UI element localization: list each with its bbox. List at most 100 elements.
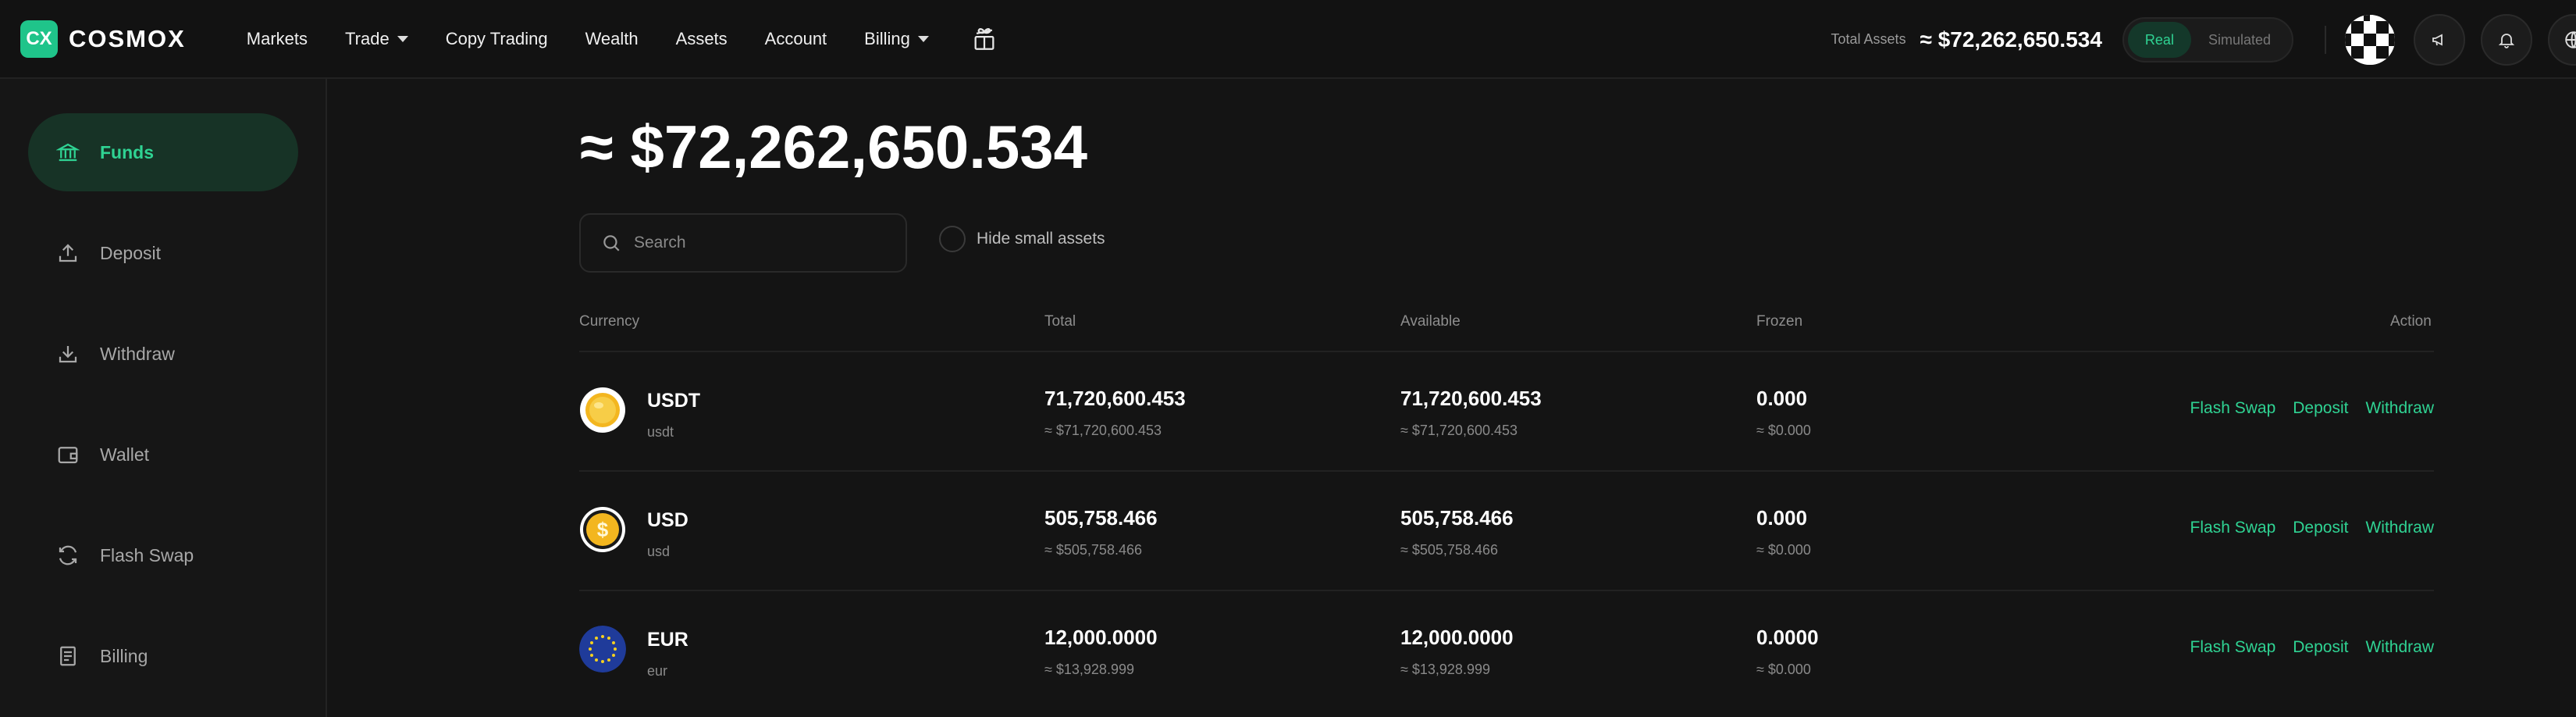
announcement-button[interactable] <box>2414 13 2465 66</box>
sidebar-item-label: Funds <box>100 141 154 162</box>
nav-wealth[interactable]: Wealth <box>585 29 639 49</box>
main-nav: Markets Trade Copy Trading Wealth Assets… <box>247 0 1035 77</box>
notifications-button[interactable] <box>2481 13 2532 66</box>
total-usd: ≈ $13,928.999 <box>1044 662 1134 677</box>
sidebar-item-label: Wallet <box>100 444 150 465</box>
withdraw-link[interactable]: Withdraw <box>2365 638 2434 657</box>
sidebar-item-label: Deposit <box>100 242 161 263</box>
sidebar-item-label: Withdraw <box>100 343 175 364</box>
account-mode-toggle: Real Simulated <box>2122 16 2293 62</box>
table-row: $ USD usd 505,758.466 ≈ $505,758.466 505… <box>579 470 2434 589</box>
header-right: Total Assets ≈ $72,262,650.534 Real Simu… <box>1831 0 2576 79</box>
nav-billing-label: Billing <box>864 28 910 48</box>
chevron-down-icon <box>397 35 408 42</box>
logo[interactable]: CX COSMOX <box>20 20 186 58</box>
avatar[interactable] <box>2345 14 2395 65</box>
row-actions: Flash Swap Deposit Withdraw <box>2173 638 2434 657</box>
sidebar-item-withdraw[interactable]: Withdraw <box>28 315 298 393</box>
sidebar-item-flash-swap[interactable]: Flash Swap <box>28 516 298 594</box>
top-navbar: CX COSMOX Markets Trade Copy Trading Wea… <box>0 0 2576 79</box>
deposit-link[interactable]: Deposit <box>2293 399 2348 418</box>
total-amount: 71,720,600.453 <box>1044 387 1186 410</box>
total-usd: ≈ $505,758.466 <box>1044 542 1142 558</box>
currency-name: USDT <box>647 390 701 412</box>
sidebar-item-wallet[interactable]: Wallet <box>28 416 298 494</box>
sidebar: Funds Deposit Withdraw Wallet Flash Swap… <box>0 79 327 717</box>
globe-icon <box>2565 30 2576 48</box>
flash-swap-link[interactable]: Flash Swap <box>2190 519 2276 537</box>
column-header-action: Action <box>2390 313 2432 330</box>
nav-markets[interactable]: Markets <box>247 29 308 49</box>
available-amount: 71,720,600.453 <box>1400 387 1542 410</box>
withdraw-link[interactable]: Withdraw <box>2365 399 2434 418</box>
nav-copy-trading[interactable]: Copy Trading <box>446 29 548 49</box>
search-input[interactable] <box>634 234 884 252</box>
total-assets-label: Total Assets <box>1831 31 1906 47</box>
bell-icon <box>2498 33 2515 48</box>
frozen-usd: ≈ $0.000 <box>1756 542 1811 558</box>
flash-swap-link[interactable]: Flash Swap <box>2190 638 2276 657</box>
swap-icon <box>55 542 81 569</box>
frozen-amount: 0.0000 <box>1756 626 1819 649</box>
gift-button[interactable] <box>966 26 998 52</box>
currency-name: EUR <box>647 629 688 651</box>
table-row: EUR eur 12,000.0000 ≈ $13,928.999 12,000… <box>579 590 2434 708</box>
svg-text:$: $ <box>597 518 609 541</box>
mode-simulated-button[interactable]: Simulated <box>2191 22 2288 58</box>
search-icon <box>603 235 620 251</box>
currency-name: USD <box>647 509 688 531</box>
hide-small-assets-checkbox[interactable] <box>939 226 966 252</box>
frozen-usd: ≈ $0.000 <box>1756 662 1811 677</box>
mode-real-button[interactable]: Real <box>2127 21 2191 58</box>
language-button[interactable] <box>2548 13 2576 66</box>
upload-icon <box>55 240 81 266</box>
gift-icon <box>974 27 994 50</box>
available-usd: ≈ $505,758.466 <box>1400 542 1498 558</box>
logo-mark: CX <box>20 20 58 58</box>
eur-flag-icon <box>579 626 626 672</box>
withdraw-link[interactable]: Withdraw <box>2365 519 2434 537</box>
column-header-total: Total <box>1044 313 1076 330</box>
deposit-link[interactable]: Deposit <box>2293 638 2348 657</box>
sidebar-item-label: Billing <box>100 645 148 666</box>
hide-small-assets-toggle[interactable]: Hide small assets <box>939 226 1105 252</box>
usd-coin-icon: $ <box>580 507 625 552</box>
nav-trade[interactable]: Trade <box>345 29 408 49</box>
funds-total-value: ≈ $72,262,650.534 <box>580 112 1088 181</box>
available-amount: 505,758.466 <box>1400 506 1514 530</box>
sidebar-item-billing[interactable]: Billing <box>28 617 298 695</box>
download-icon <box>55 341 81 367</box>
row-actions: Flash Swap Deposit Withdraw <box>2173 519 2434 537</box>
total-assets-value: ≈ $72,262,650.534 <box>1920 27 2102 52</box>
megaphone-icon <box>2432 34 2443 45</box>
nav-assets[interactable]: Assets <box>676 29 728 49</box>
column-header-frozen: Frozen <box>1756 313 1803 330</box>
sidebar-item-deposit[interactable]: Deposit <box>28 214 298 292</box>
hide-small-assets-label: Hide small assets <box>977 230 1105 248</box>
nav-trade-label: Trade <box>345 28 390 48</box>
usdt-coin-icon <box>580 387 625 433</box>
available-usd: ≈ $13,928.999 <box>1400 662 1490 677</box>
available-usd: ≈ $71,720,600.453 <box>1400 423 1518 438</box>
nav-billing[interactable]: Billing <box>864 29 929 49</box>
frozen-usd: ≈ $0.000 <box>1756 423 1811 438</box>
total-amount: 12,000.0000 <box>1044 626 1158 649</box>
sidebar-item-label: Flash Swap <box>100 544 194 565</box>
table-row: USDT usdt 71,720,600.453 ≈ $71,720,600.4… <box>579 351 2434 469</box>
deposit-link[interactable]: Deposit <box>2293 519 2348 537</box>
currency-code: usd <box>647 544 671 559</box>
column-header-available: Available <box>1400 313 1461 330</box>
document-icon <box>55 643 81 669</box>
wallet-icon <box>55 441 81 468</box>
available-amount: 12,000.0000 <box>1400 626 1514 649</box>
flash-swap-link[interactable]: Flash Swap <box>2190 399 2276 418</box>
bank-icon <box>55 139 81 166</box>
total-amount: 505,758.466 <box>1044 506 1158 530</box>
search-box[interactable] <box>579 213 907 273</box>
frozen-amount: 0.000 <box>1756 387 1808 410</box>
nav-account[interactable]: Account <box>765 29 827 49</box>
avatar-pattern-icon <box>2345 14 2395 65</box>
sidebar-item-funds[interactable]: Funds <box>28 113 298 191</box>
total-usd: ≈ $71,720,600.453 <box>1044 423 1162 438</box>
logo-text: COSMOX <box>69 24 186 52</box>
